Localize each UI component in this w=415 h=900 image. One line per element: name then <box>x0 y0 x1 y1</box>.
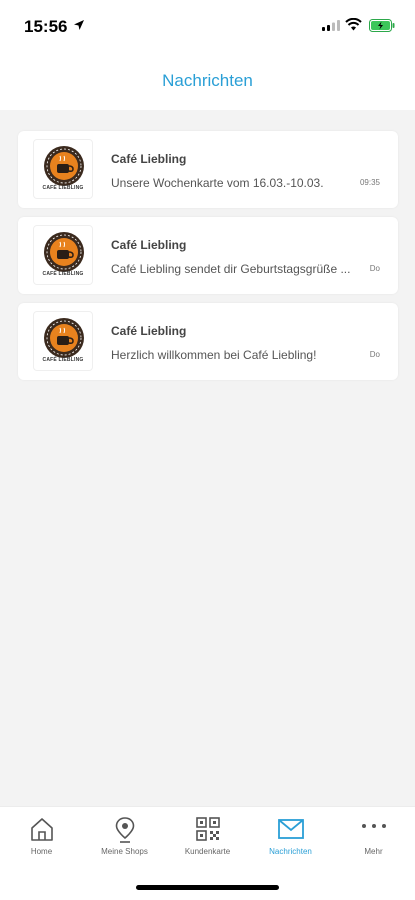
message-item[interactable]: CAFÉ LIEBLING Café Liebling Café Lieblin… <box>18 217 398 294</box>
wifi-icon <box>345 18 362 31</box>
cellular-signal-icon <box>322 20 340 31</box>
tab-mehr[interactable]: Mehr <box>332 807 415 877</box>
tab-label: Mehr <box>364 847 383 856</box>
message-item[interactable]: CAFÉ LIEBLING Café Liebling Unsere Woche… <box>18 131 398 208</box>
page-title: Nachrichten <box>162 71 253 90</box>
tab-nachrichten[interactable]: Nachrichten <box>249 807 332 877</box>
status-bar: 15:56 <box>0 0 415 50</box>
avatar: CAFÉ LIEBLING <box>33 139 93 199</box>
location-arrow-icon <box>74 20 84 30</box>
avatar-label: CAFÉ LIEBLING <box>42 357 84 363</box>
message-preview: Unsere Wochenkarte vom 16.03.-10.03. <box>111 176 324 190</box>
tab-label: Home <box>30 847 53 856</box>
battery-icon <box>369 19 395 32</box>
tab-kundenkarte[interactable]: Kundenkarte <box>166 807 249 877</box>
message-item[interactable]: CAFÉ LIEBLING Café Liebling Herzlich wil… <box>18 303 398 380</box>
envelope-icon <box>277 819 304 839</box>
tab-meine-shops[interactable]: Meine Shops <box>83 807 166 877</box>
tab-label: Meine Shops <box>101 847 148 856</box>
message-sender: Café Liebling <box>111 238 187 252</box>
message-list: CAFÉ LIEBLING Café Liebling Unsere Woche… <box>18 131 398 389</box>
home-indicator[interactable] <box>136 885 279 890</box>
location-pin-icon <box>115 817 134 843</box>
message-time: Do <box>369 350 380 359</box>
message-preview: Café Liebling sendet dir Geburtstagsgrüß… <box>111 262 351 276</box>
status-time: 15:56 <box>24 17 68 36</box>
home-icon <box>30 818 53 841</box>
message-time: 09:35 <box>359 178 380 187</box>
avatar-label: CAFÉ LIEBLING <box>42 271 84 277</box>
avatar-label: CAFÉ LIEBLING <box>42 185 84 191</box>
message-sender: Café Liebling <box>111 324 187 338</box>
avatar: CAFÉ LIEBLING <box>33 311 93 371</box>
qr-code-icon <box>195 817 220 841</box>
cafe-logo-icon <box>44 146 84 186</box>
tab-label: Kundenkarte <box>184 847 231 856</box>
cafe-logo-icon <box>44 318 84 358</box>
message-preview: Herzlich willkommen bei Café Liebling! <box>111 348 317 362</box>
tab-home[interactable]: Home <box>0 807 83 877</box>
message-time: Do <box>369 264 380 273</box>
message-sender: Café Liebling <box>111 152 187 166</box>
header: Nachrichten <box>0 50 415 110</box>
more-dots-icon <box>361 824 386 828</box>
avatar: CAFÉ LIEBLING <box>33 225 93 285</box>
tab-label: Nachrichten <box>269 847 312 856</box>
cafe-logo-icon <box>44 232 84 272</box>
